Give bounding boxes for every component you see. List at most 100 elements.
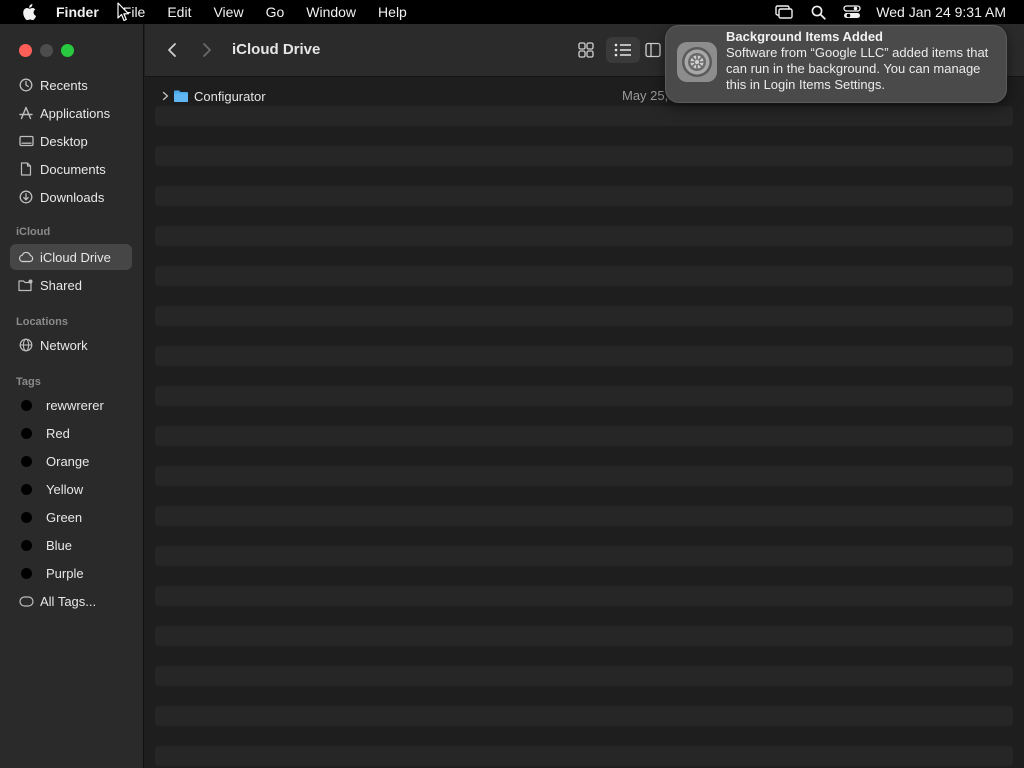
sidebar-item-shared[interactable]: Shared xyxy=(10,272,132,298)
forward-button[interactable] xyxy=(197,40,217,60)
notification-banner[interactable]: Background Items Added Software from “Go… xyxy=(665,25,1007,103)
sidebar-header-tags: Tags xyxy=(16,376,41,388)
sidebar-item-network[interactable]: Network xyxy=(10,332,132,358)
menu-view[interactable]: View xyxy=(213,4,243,20)
list-stripe xyxy=(155,186,1013,206)
notification-title: Background Items Added xyxy=(726,29,883,44)
list-view-button[interactable] xyxy=(606,37,640,63)
sidebar-tag-blue[interactable]: Blue xyxy=(10,532,132,558)
columns-icon xyxy=(645,42,661,58)
sidebar-item-label: Blue xyxy=(46,537,73,553)
list-stripe xyxy=(155,146,1013,166)
sidebar-tag-orange[interactable]: Orange xyxy=(10,448,132,474)
sidebar: Recents Applications Desktop Documents D… xyxy=(0,24,144,768)
window-controls xyxy=(19,44,82,57)
tag-dot-icon xyxy=(21,427,32,439)
document-icon xyxy=(18,161,34,177)
menu-edit[interactable]: Edit xyxy=(167,4,191,20)
list-stripe xyxy=(155,746,1013,766)
globe-icon xyxy=(18,337,34,353)
tag-dot-icon xyxy=(21,567,32,579)
sidebar-tag-rewwrerer[interactable]: rewwrerer xyxy=(10,392,132,418)
sidebar-item-label: iCloud Drive xyxy=(40,249,111,265)
sidebar-item-label: All Tags... xyxy=(40,593,97,609)
cloud-icon xyxy=(18,249,34,265)
sidebar-item-documents[interactable]: Documents xyxy=(10,156,132,182)
sidebar-item-label: Downloads xyxy=(40,189,105,205)
sidebar-all-tags[interactable]: All Tags... xyxy=(10,588,132,614)
column-view-button[interactable] xyxy=(645,37,665,63)
tag-dot-icon xyxy=(21,483,32,495)
system-settings-icon xyxy=(677,42,717,82)
shared-folder-icon xyxy=(18,277,34,293)
applications-icon xyxy=(18,105,34,121)
list-stripe xyxy=(155,506,1013,526)
menu-bar: Finder File Edit View Go Window Help Wed… xyxy=(0,0,1024,24)
menu-window[interactable]: Window xyxy=(306,4,356,20)
sidebar-tag-yellow[interactable]: Yellow xyxy=(10,476,132,502)
sidebar-item-applications[interactable]: Applications xyxy=(10,100,132,126)
sidebar-item-label: Network xyxy=(40,337,88,353)
list-stripe xyxy=(155,106,1013,126)
disclosure-triangle-icon[interactable] xyxy=(159,90,171,102)
list-stripe xyxy=(155,586,1013,606)
list-icon xyxy=(614,43,631,57)
sidebar-item-label: Applications xyxy=(40,105,111,121)
tag-outline-icon xyxy=(18,593,34,609)
list-stripe xyxy=(155,466,1013,486)
sidebar-header-icloud: iCloud xyxy=(16,226,51,238)
list-stripe xyxy=(155,306,1013,326)
sidebar-item-label: Recents xyxy=(40,77,88,93)
sidebar-item-desktop[interactable]: Desktop xyxy=(10,128,132,154)
sidebar-item-label: rewwrerer xyxy=(46,397,104,413)
list-stripe xyxy=(155,706,1013,726)
tag-dot-icon xyxy=(21,399,32,411)
sidebar-item-label: Yellow xyxy=(46,481,84,497)
sidebar-item-label: Documents xyxy=(40,161,106,177)
file-list: Configurator May 25, xyxy=(145,78,1024,768)
sidebar-item-downloads[interactable]: Downloads xyxy=(10,184,132,210)
screen-mirroring-icon[interactable] xyxy=(774,4,794,20)
grid-icon xyxy=(578,42,594,58)
desktop-icon xyxy=(18,133,34,149)
menu-go[interactable]: Go xyxy=(266,4,285,20)
folder-icon xyxy=(174,90,188,102)
mouse-cursor-icon xyxy=(117,2,131,22)
sidebar-item-label: Desktop xyxy=(40,133,88,149)
spotlight-search-icon[interactable] xyxy=(808,4,828,20)
list-stripe xyxy=(155,666,1013,686)
sidebar-item-label: Red xyxy=(46,425,70,441)
tag-dot-icon xyxy=(21,455,32,467)
notification-body: Software from “Google LLC” added items t… xyxy=(726,45,989,92)
menubar-clock[interactable]: Wed Jan 24 9:31 AM xyxy=(876,4,1006,20)
list-stripe xyxy=(155,546,1013,566)
download-icon xyxy=(18,189,34,205)
list-stripe xyxy=(155,626,1013,646)
minimize-button[interactable] xyxy=(40,44,53,57)
tag-dot-icon xyxy=(21,539,32,551)
close-button[interactable] xyxy=(19,44,32,57)
finder-window: Recents Applications Desktop Documents D… xyxy=(0,24,1024,768)
zoom-button[interactable] xyxy=(61,44,74,57)
list-stripe xyxy=(155,346,1013,366)
list-stripe xyxy=(155,266,1013,286)
menu-help[interactable]: Help xyxy=(378,4,407,20)
sidebar-tag-green[interactable]: Green xyxy=(10,504,132,530)
sidebar-item-icloud-drive[interactable]: iCloud Drive xyxy=(10,244,132,270)
control-center-icon[interactable] xyxy=(842,4,862,20)
window-title: iCloud Drive xyxy=(232,41,321,58)
icon-view-button[interactable] xyxy=(569,37,603,63)
sidebar-item-label: Shared xyxy=(40,277,82,293)
sidebar-tag-red[interactable]: Red xyxy=(10,420,132,446)
sidebar-item-recents[interactable]: Recents xyxy=(10,72,132,98)
list-stripe xyxy=(155,386,1013,406)
back-button[interactable] xyxy=(162,40,182,60)
list-stripe xyxy=(155,226,1013,246)
apple-menu-icon[interactable] xyxy=(18,4,40,20)
sidebar-header-locations: Locations xyxy=(16,316,68,328)
list-stripe xyxy=(155,426,1013,446)
sidebar-tag-purple[interactable]: Purple xyxy=(10,560,132,586)
sidebar-item-label: Purple xyxy=(46,565,84,581)
menu-finder[interactable]: Finder xyxy=(56,4,99,20)
tag-dot-icon xyxy=(21,511,32,523)
